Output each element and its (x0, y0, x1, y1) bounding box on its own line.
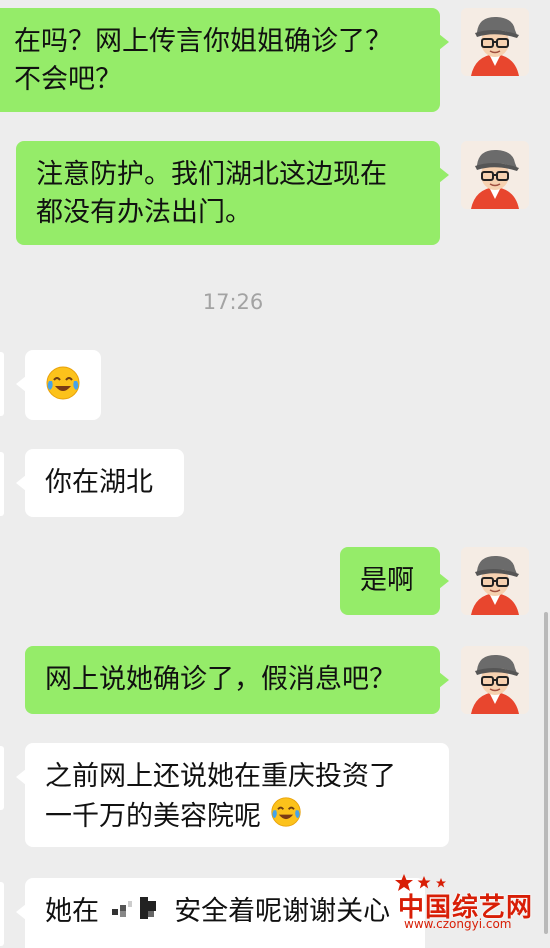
chat-timestamp: 17:26 (202, 290, 264, 314)
contact-avatar[interactable] (0, 882, 4, 946)
cartoon-boy-avatar-icon (461, 646, 529, 714)
redaction-mosaic (111, 894, 162, 932)
message-bubble-outgoing[interactable]: 在吗？网上传言你姐姐确诊了？ 不会吧？ (0, 8, 449, 112)
message-text-line: 在吗？网上传言你姐姐确诊了？ (14, 26, 392, 57)
user-avatar[interactable] (461, 8, 529, 76)
site-watermark: 中国综艺网 www.czongyi.com (386, 873, 546, 933)
message-text-line: 你在湖北 (45, 467, 153, 498)
message-text-line: 一千万的美容院呢 (45, 801, 261, 832)
contact-avatar[interactable] (0, 452, 4, 516)
message-bubble-incoming[interactable]: 她在 安全着呢谢谢关心 (16, 878, 425, 948)
message-text-line: 都没有办法出门。 (36, 197, 252, 228)
message-text-line: 之前网上还说她在重庆投资了 (45, 761, 396, 792)
message-bubble-incoming[interactable] (16, 350, 101, 420)
user-avatar[interactable] (461, 141, 529, 209)
message-bubble-outgoing[interactable]: 是啊 (340, 547, 449, 615)
watermark-url: www.czongyi.com (404, 917, 512, 931)
user-avatar[interactable] (461, 547, 529, 615)
message-text-line: 注意防护。我们湖北这边现在 (36, 159, 387, 190)
message-text-segment: 她在 (45, 896, 99, 927)
crying-laughing-face-icon (270, 796, 302, 839)
message-bubble-incoming[interactable]: 你在湖北 (16, 449, 184, 517)
message-text-line: 不会吧？ (14, 64, 122, 95)
cartoon-boy-avatar-icon (461, 141, 529, 209)
cartoon-boy-avatar-icon (461, 547, 529, 615)
chat-window: 在吗？网上传言你姐姐确诊了？ 不会吧？ 注意防护。我们湖北这边现在 都没有办法出… (0, 0, 550, 948)
message-bubble-incoming[interactable]: 之前网上还说她在重庆投资了 一千万的美容院呢 (16, 743, 449, 847)
user-avatar[interactable] (461, 646, 529, 714)
message-text-line: 是啊 (360, 565, 414, 596)
cartoon-boy-avatar-icon (461, 8, 529, 76)
crying-laughing-face-icon (45, 365, 81, 412)
message-bubble-outgoing[interactable]: 网上说她确诊了，假消息吧？ (25, 646, 449, 714)
message-bubble-outgoing[interactable]: 注意防护。我们湖北这边现在 都没有办法出门。 (16, 141, 449, 245)
contact-avatar[interactable] (0, 746, 4, 810)
message-text-segment: 安全着呢谢谢关心 (174, 896, 391, 927)
contact-avatar[interactable] (0, 352, 4, 416)
message-text-line: 网上说她确诊了，假消息吧？ (45, 664, 396, 695)
